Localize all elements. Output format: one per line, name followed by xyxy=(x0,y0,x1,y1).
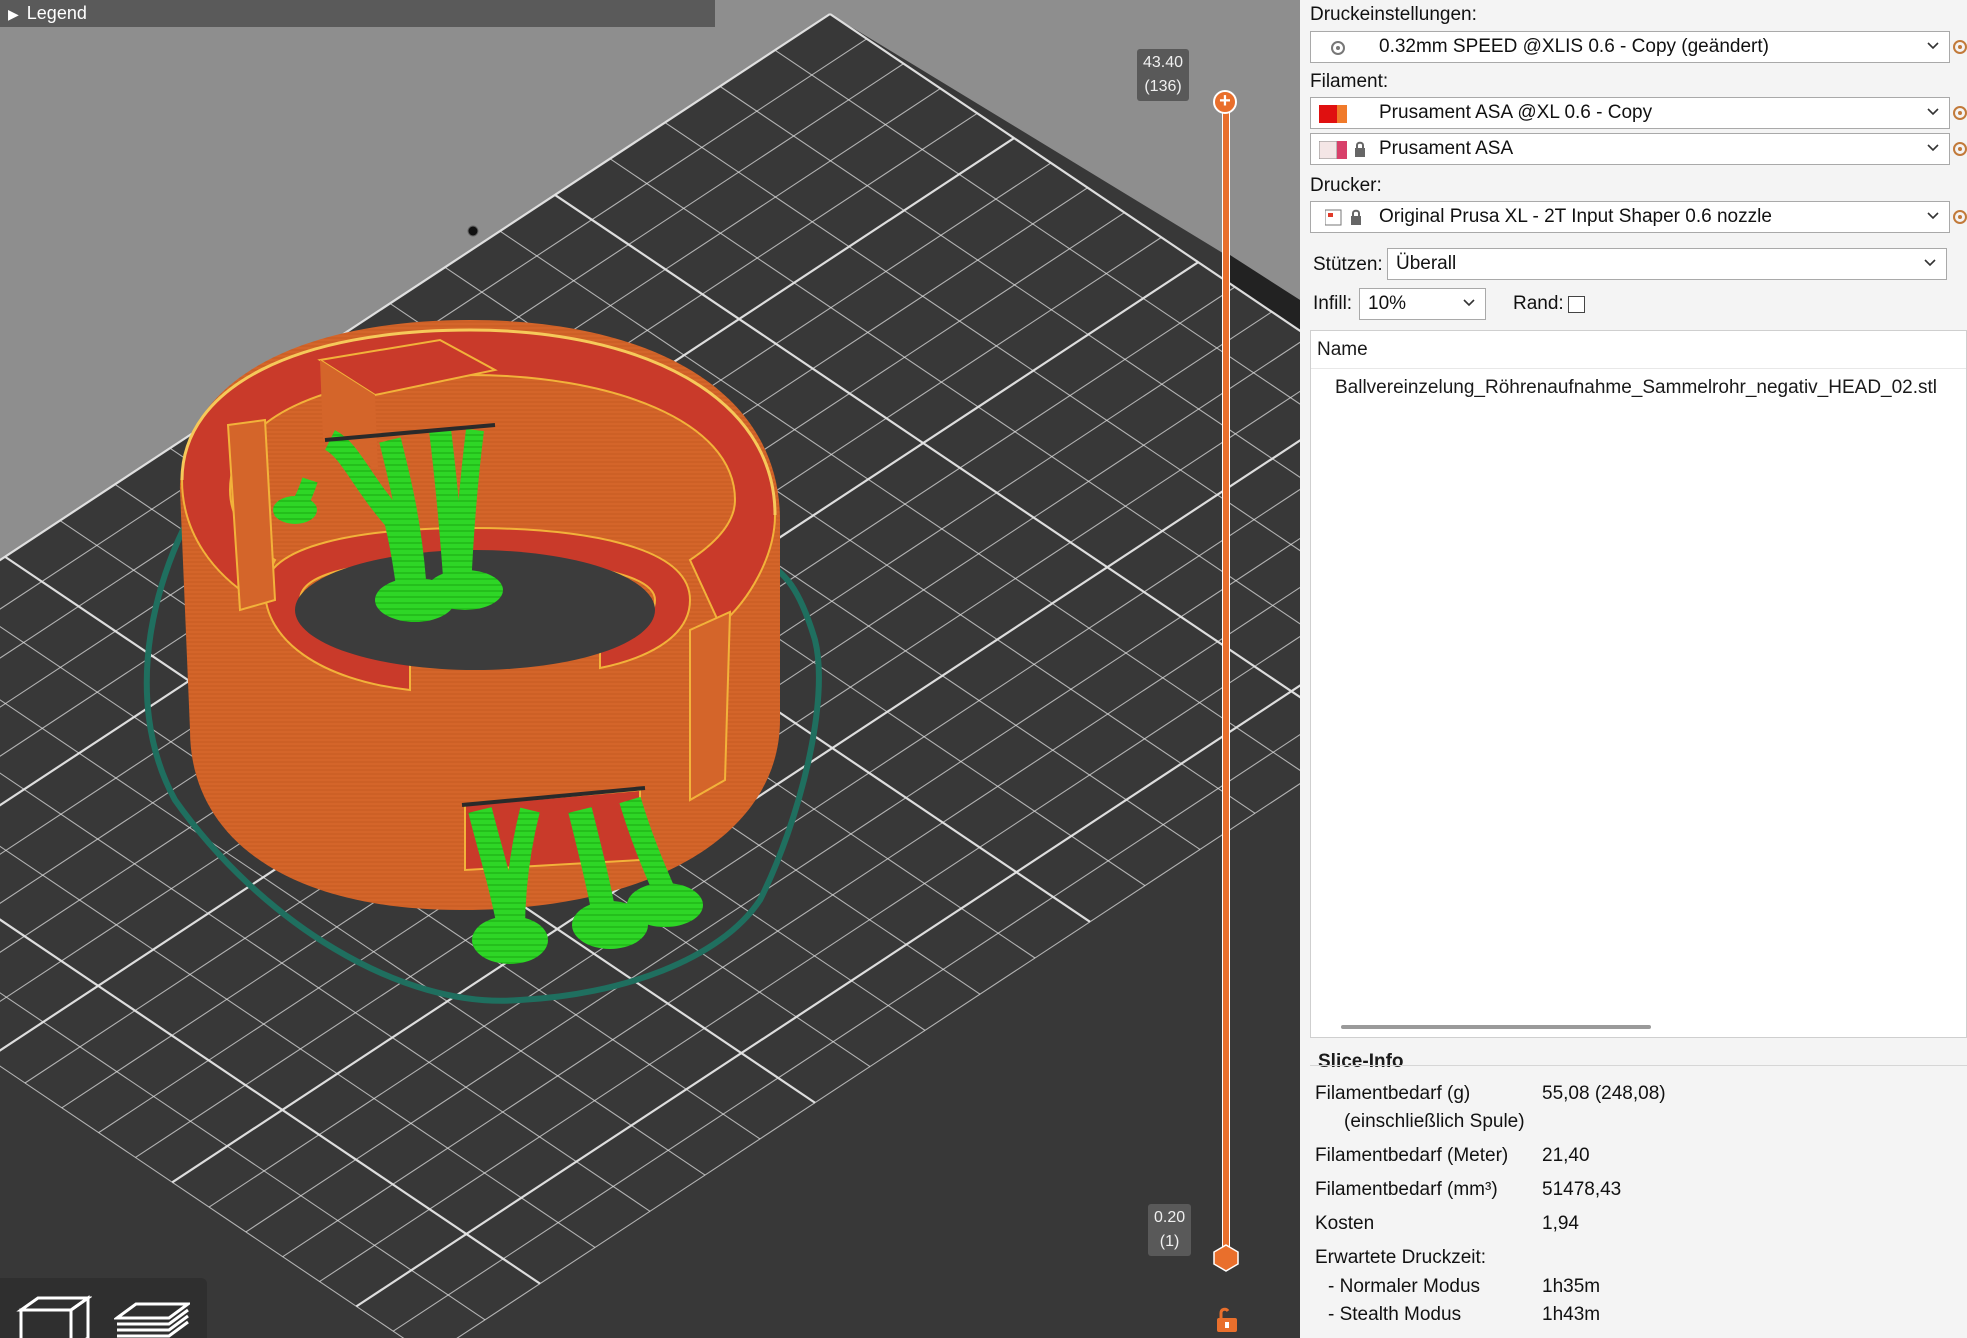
cube-view-icon[interactable] xyxy=(16,1288,92,1338)
chevron-down-icon xyxy=(1927,144,1939,152)
print-settings-label: Druckeinstellungen: xyxy=(1310,4,1477,25)
infill-combo[interactable]: 10% xyxy=(1359,288,1486,320)
si-label-normal-mode: - Normaler Modus xyxy=(1328,1276,1481,1297)
chevron-down-icon xyxy=(1927,108,1939,116)
printer-label: Drucker: xyxy=(1310,175,1382,196)
brim-label: Rand: xyxy=(1513,293,1564,314)
si-label-stealth-mode: - Stealth Modus xyxy=(1328,1304,1462,1325)
chevron-down-icon xyxy=(1924,259,1936,267)
layer-slider-top-handle[interactable]: + xyxy=(1213,90,1237,114)
print-settings-value: 0.32mm SPEED @XLIS 0.6 - Copy (geändert) xyxy=(1379,36,1769,57)
legend-toggle[interactable]: ▶ Legend xyxy=(0,0,715,27)
bed-mount-hole xyxy=(467,225,479,237)
si-label-filament-mm3: Filamentbedarf (mm³) xyxy=(1315,1179,1498,1200)
filament-2-color-swatch xyxy=(1319,141,1365,159)
si-value-stealth-mode: 1h43m xyxy=(1542,1304,1601,1325)
plus-icon: + xyxy=(1219,90,1231,112)
supports-combo[interactable]: Überall xyxy=(1387,248,1947,280)
filament-combo-2[interactable]: Prusament ASA xyxy=(1310,133,1950,165)
layers-view-icon[interactable] xyxy=(114,1288,190,1338)
print-settings-gear-icon xyxy=(1331,41,1345,55)
si-label-incl-spool: (einschließlich Spule) xyxy=(1344,1111,1525,1132)
slice-info-divider xyxy=(1310,1065,1967,1066)
printer-value: Original Prusa XL - 2T Input Shaper 0.6 … xyxy=(1379,206,1772,227)
filament-1-color-swatch xyxy=(1319,105,1347,123)
chevron-down-icon xyxy=(1927,212,1939,220)
si-value-filament-m: 21,40 xyxy=(1542,1145,1590,1166)
si-label-filament-m: Filamentbedarf (Meter) xyxy=(1315,1145,1509,1166)
chevron-down-icon xyxy=(1463,299,1475,307)
expand-triangle-icon: ▶ xyxy=(8,6,19,22)
layer-top-label: 43.40 (136) xyxy=(1137,49,1190,101)
view-toolbar xyxy=(0,1278,207,1338)
layer-bottom-number: (1) xyxy=(1159,1233,1180,1250)
si-label-cost: Kosten xyxy=(1315,1213,1375,1234)
filament-2-value: Prusament ASA xyxy=(1379,138,1514,159)
object-list-header[interactable]: Name xyxy=(1311,331,1966,369)
print-settings-edit-gear-icon[interactable] xyxy=(1951,38,1967,56)
si-value-normal-mode: 1h35m xyxy=(1542,1276,1601,1297)
filament-1-value: Prusament ASA @XL 0.6 - Copy xyxy=(1379,102,1653,123)
layer-top-height: 43.40 xyxy=(1143,54,1184,71)
si-label-filament-g: Filamentbedarf (g) xyxy=(1315,1083,1471,1104)
print-settings-combo[interactable]: 0.32mm SPEED @XLIS 0.6 - Copy (geändert) xyxy=(1310,31,1950,63)
printer-lock-icon xyxy=(1325,209,1361,226)
layer-bottom-label: 0.20 (1) xyxy=(1148,1204,1192,1256)
layer-bottom-height: 0.20 xyxy=(1154,1209,1186,1226)
right-sidebar: Druckeinstellungen: 0.32mm SPEED @XLIS 0… xyxy=(1300,0,1967,1338)
legend-label: Legend xyxy=(26,3,87,23)
si-value-filament-g: 55,08 (248,08) xyxy=(1542,1083,1666,1104)
object-list-hscrollbar[interactable] xyxy=(1341,1025,1651,1029)
printer-gear-icon[interactable] xyxy=(1951,208,1967,226)
brim-checkbox[interactable] xyxy=(1568,296,1585,313)
filament-1-gear-icon[interactable] xyxy=(1951,104,1967,122)
chevron-down-icon xyxy=(1927,42,1939,50)
supports-value: Überall xyxy=(1396,253,1457,274)
slice-info-title: Slice-Info xyxy=(1318,1051,1404,1072)
wall-segment-right xyxy=(689,610,732,802)
object-list-item[interactable]: Ballvereinzelung_Röhrenaufnahme_Sammelro… xyxy=(1335,373,1937,403)
filament-label: Filament: xyxy=(1310,71,1389,92)
supports-label: Stützen: xyxy=(1313,254,1383,275)
bed-scene[interactable] xyxy=(0,0,1300,1338)
filament-2-gear-icon[interactable] xyxy=(1951,140,1967,158)
unlock-icon[interactable] xyxy=(1214,1306,1240,1334)
infill-value: 10% xyxy=(1368,293,1407,314)
inner-hole xyxy=(295,550,655,670)
layer-top-number: (136) xyxy=(1144,78,1182,95)
si-label-est-time: Erwartete Druckzeit: xyxy=(1315,1247,1487,1268)
layer-slider-track[interactable] xyxy=(1222,100,1230,1258)
infill-label: Infill: xyxy=(1313,293,1353,314)
object-list: Name Ballvereinzelung_Röhrenaufnahme_Sam… xyxy=(1310,330,1967,1038)
si-value-filament-mm3: 51478,43 xyxy=(1542,1179,1622,1200)
layer-slider-bottom-handle[interactable] xyxy=(1212,1244,1240,1272)
3d-preview-viewport[interactable]: ▶ Legend + 43.40 (136) 0.20 (1) xyxy=(0,0,1300,1338)
printer-combo[interactable]: Original Prusa XL - 2T Input Shaper 0.6 … xyxy=(1310,201,1950,233)
si-value-cost: 1,94 xyxy=(1542,1213,1579,1234)
filament-combo-1[interactable]: Prusament ASA @XL 0.6 - Copy xyxy=(1310,97,1950,129)
